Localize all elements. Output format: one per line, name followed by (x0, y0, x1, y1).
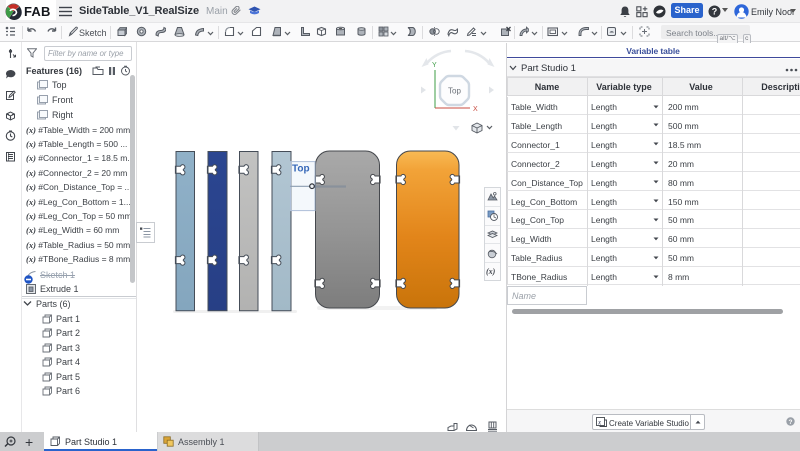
svg-text:?: ? (789, 419, 793, 426)
svg-text:?: ? (712, 7, 718, 17)
svg-text:Top: Top (292, 164, 310, 175)
